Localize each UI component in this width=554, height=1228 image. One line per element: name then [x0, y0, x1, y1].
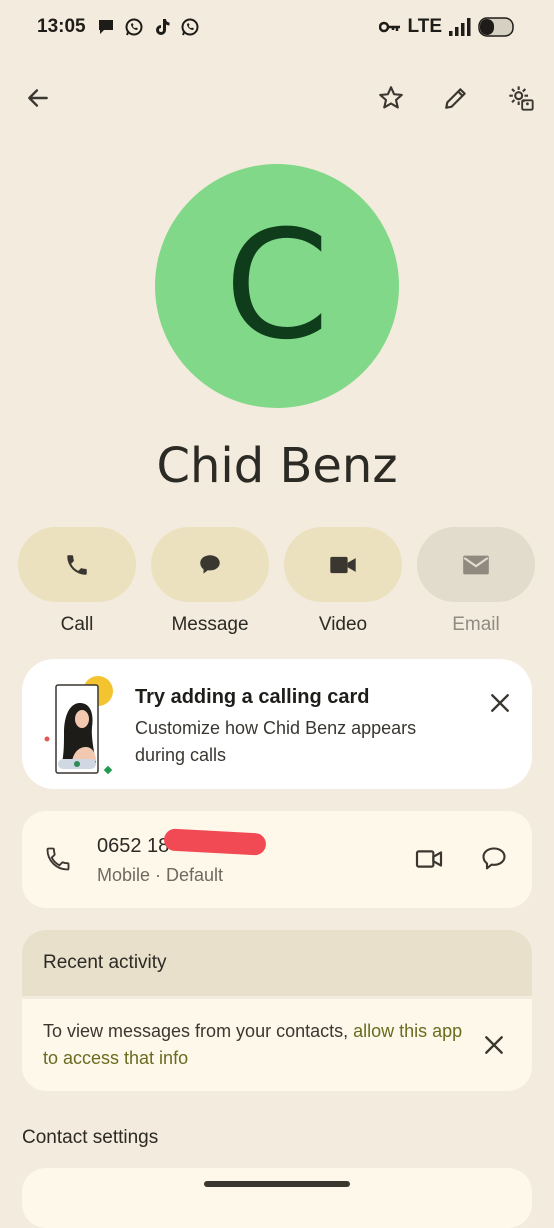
videocam-icon: [415, 850, 443, 868]
permission-close-button[interactable]: [474, 1025, 514, 1065]
phone-number: 0652 18: [97, 835, 170, 857]
network-type: LTE: [407, 16, 442, 37]
whatsapp-icon: [181, 18, 199, 36]
call-action[interactable]: Call: [18, 527, 136, 636]
email-label: Email: [452, 614, 500, 635]
recent-activity-title: Recent activity: [43, 952, 167, 973]
back-button[interactable]: [18, 78, 58, 118]
call-label: Call: [60, 614, 94, 635]
favorite-button[interactable]: [371, 78, 411, 118]
phone-call-button[interactable]: [38, 839, 78, 879]
redaction-mark: [163, 828, 267, 856]
permission-text: To view messages from your contacts,: [43, 1021, 354, 1041]
phone-type: Mobile · Default: [97, 865, 224, 885]
chat-bubble-icon: [99, 20, 113, 34]
calling-card-promo[interactable]: Try adding a calling card Customize how …: [22, 659, 532, 789]
notification-icons: [96, 17, 200, 37]
star-outline-icon: [379, 86, 403, 109]
battery-icon: [478, 17, 514, 37]
edit-button[interactable]: [436, 78, 476, 118]
phone-icon: [46, 847, 70, 871]
phone-number-card[interactable]: 0652 18 Mobile · Default: [22, 811, 532, 908]
promo-title: Try adding a calling card: [135, 686, 370, 708]
phone-icon: [67, 554, 87, 575]
message-bubble-icon: [482, 847, 506, 870]
recent-activity-permission-card: To view messages from your contacts, all…: [22, 999, 532, 1091]
close-icon: [491, 694, 509, 712]
calling-card-illustration: [44, 676, 113, 775]
recent-activity-header: Recent activity: [22, 930, 532, 996]
system-status: LTE: [378, 16, 516, 38]
arrow-back-icon: [28, 89, 48, 107]
vpn-key-icon: [378, 21, 400, 33]
message-button[interactable]: [151, 527, 269, 602]
whatsapp-icon: [125, 18, 143, 36]
contact-avatar: C: [155, 164, 399, 408]
tiktok-icon: [156, 19, 170, 35]
contact-settings-card[interactable]: [22, 1168, 532, 1228]
contact-settings-button[interactable]: [501, 78, 541, 118]
pencil-icon: [445, 88, 466, 109]
message-label: Message: [171, 614, 249, 635]
permission-message: To view messages from your contacts, all…: [43, 1018, 463, 1072]
phone-message-button[interactable]: [474, 839, 514, 879]
email-action[interactable]: Email: [417, 527, 535, 636]
contact-name: Chid Benz: [156, 438, 398, 494]
manage-contact-icon: [509, 86, 534, 111]
message-bubble-icon: [200, 554, 220, 574]
avatar-initial: C: [224, 199, 330, 373]
gesture-navigation-bar[interactable]: [204, 1181, 350, 1187]
contact-settings-title: Contact settings: [22, 1127, 159, 1148]
email-button[interactable]: [417, 527, 535, 602]
video-label: Video: [318, 614, 368, 635]
signal-icon: [449, 18, 471, 36]
videocam-icon: [330, 556, 356, 573]
status-time: 13:05: [37, 16, 86, 37]
promo-close-button[interactable]: [480, 683, 520, 723]
video-action[interactable]: Video: [284, 527, 402, 636]
close-icon: [485, 1036, 503, 1054]
promo-text: Customize how Chid Benz appears during c…: [135, 718, 417, 765]
video-button[interactable]: [284, 527, 402, 602]
mail-icon: [463, 555, 489, 574]
call-button[interactable]: [18, 527, 136, 602]
phone-video-button[interactable]: [409, 839, 449, 879]
message-action[interactable]: Message: [151, 527, 269, 636]
